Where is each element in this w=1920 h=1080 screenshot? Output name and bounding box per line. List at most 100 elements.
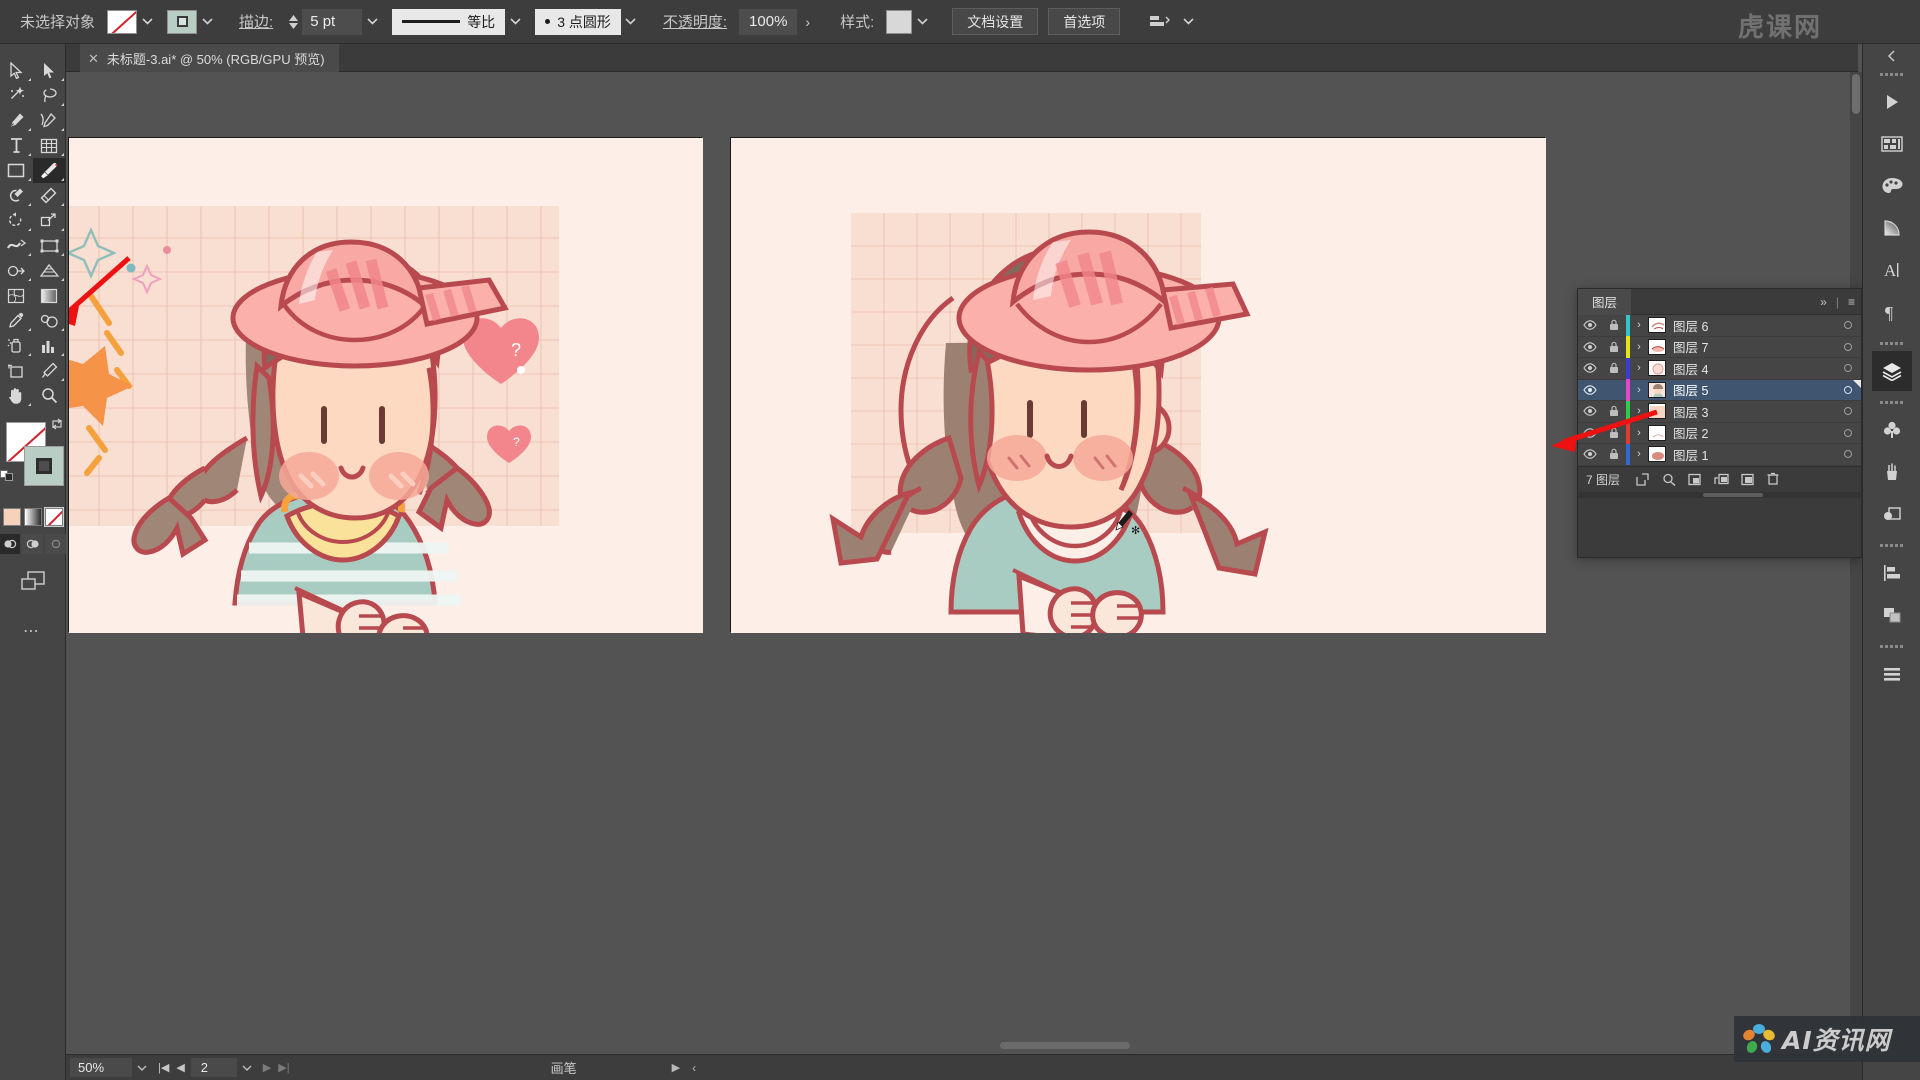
table-tool[interactable] (33, 133, 66, 158)
free-transform-tool[interactable] (33, 233, 66, 258)
color-panel-icon[interactable] (1872, 166, 1912, 206)
tab-layers[interactable]: 图层 (1578, 288, 1632, 315)
lock-icon[interactable] (1602, 448, 1626, 460)
graphic-style-swatch[interactable] (886, 9, 913, 34)
next-artboard-button[interactable]: ▶ (263, 1061, 271, 1074)
lasso-tool[interactable] (33, 83, 66, 108)
scrollbar-thumb-top[interactable] (1852, 74, 1860, 114)
default-fill-stroke-icon[interactable] (0, 467, 14, 486)
lock-icon[interactable] (1602, 341, 1626, 353)
chevron-right-icon[interactable]: › (1630, 448, 1648, 460)
last-artboard-button[interactable]: ▶| (278, 1061, 289, 1074)
chevron-right-icon[interactable]: › (1630, 427, 1648, 439)
paragraph-panel-icon[interactable]: ¶ (1872, 292, 1912, 332)
mesh-tool[interactable] (0, 283, 33, 308)
target-indicator[interactable] (1835, 364, 1861, 373)
layer-row-5[interactable]: › 图层 5 (1578, 379, 1861, 401)
libraries-panel-icon[interactable] (1872, 124, 1912, 164)
align-caret[interactable] (1178, 9, 1198, 35)
current-tool-label[interactable]: 画笔 (551, 1058, 577, 1077)
swap-fill-stroke-icon[interactable] (50, 418, 64, 433)
brush-definition-field[interactable]: 3 点圆形 (535, 8, 621, 35)
symbols-panel-icon[interactable] (1872, 410, 1912, 450)
rectangle-tool[interactable] (0, 158, 33, 183)
lock-icon[interactable] (1602, 427, 1626, 439)
artboard-tool[interactable] (0, 358, 33, 383)
target-indicator[interactable] (1835, 407, 1861, 416)
chevron-right-icon[interactable]: › (1630, 362, 1648, 374)
stroke-weight-stepper[interactable] (285, 14, 302, 29)
scale-tool[interactable] (33, 208, 66, 233)
eraser-tool[interactable] (33, 183, 66, 208)
layer-row-4[interactable]: › 图层 4 (1578, 357, 1861, 380)
blend-tool[interactable] (33, 308, 66, 333)
layers-panel-scrollbar[interactable] (1578, 491, 1861, 498)
drag-handle[interactable] (1872, 70, 1912, 79)
zoom-dropdown-caret[interactable] (132, 1055, 152, 1080)
layer-row-3[interactable]: › 图层 3 (1578, 400, 1861, 423)
hscroll-thumb[interactable] (1000, 1042, 1130, 1049)
screen-mode-button[interactable] (18, 568, 48, 599)
artboard-right[interactable]: ✻ (730, 137, 1546, 633)
pen-tool[interactable] (0, 108, 33, 133)
none-swatch-button[interactable] (43, 507, 64, 527)
artboard-number-field[interactable]: 2 (190, 1058, 237, 1077)
layer-row-6[interactable]: › 图层 6 (1578, 314, 1861, 337)
artboard-left[interactable]: ? ? (68, 137, 703, 633)
stroke-profile-caret[interactable] (505, 9, 525, 35)
delete-layer-icon[interactable] (1767, 472, 1779, 486)
layer-name[interactable]: 图层 1 (1673, 445, 1835, 464)
brush-definition-caret[interactable] (621, 9, 641, 35)
layer-row-7[interactable]: › 图层 7 (1578, 336, 1861, 358)
create-sublayer-icon[interactable] (1714, 473, 1729, 486)
gradient-tool[interactable] (33, 283, 66, 308)
color-swatch-button[interactable] (2, 508, 21, 526)
gradient-swatch-button[interactable] (23, 508, 42, 526)
target-indicator[interactable] (1835, 428, 1861, 437)
align-icon[interactable] (1140, 13, 1178, 31)
type-tool[interactable] (0, 133, 33, 158)
document-tab[interactable]: ✕ 未标题-3.ai* @ 50% (RGB/GPU 预览) (80, 44, 339, 72)
lock-icon[interactable] (1602, 319, 1626, 331)
slice-tool[interactable] (33, 358, 66, 383)
perspective-grid-tool[interactable] (33, 258, 66, 283)
eyedropper-tool[interactable] (0, 308, 33, 333)
create-new-layer-icon[interactable] (1741, 473, 1755, 486)
status-collapse-arrow[interactable]: ‹ (692, 1061, 696, 1075)
status-expand-arrow[interactable]: ▶ (672, 1061, 680, 1074)
visibility-icon[interactable] (1578, 406, 1602, 417)
locate-object-icon[interactable] (1636, 472, 1650, 486)
close-icon[interactable]: ✕ (88, 52, 99, 65)
canvas-vertical-scrollbar[interactable] (1850, 72, 1862, 1050)
rotate-tool[interactable] (0, 208, 33, 233)
document-setup-button[interactable]: 文档设置 (952, 8, 1039, 35)
draw-inside-mode[interactable] (45, 534, 66, 554)
prev-artboard-button[interactable]: ◀ (176, 1061, 184, 1074)
layer-name[interactable]: 图层 3 (1673, 402, 1835, 421)
drag-handle[interactable] (1872, 398, 1912, 407)
align-panel-icon[interactable] (1872, 553, 1912, 593)
visibility-icon[interactable] (1578, 427, 1602, 438)
layer-name[interactable]: 图层 7 (1673, 337, 1835, 356)
transparency-panel-icon[interactable] (1872, 494, 1912, 534)
visibility-icon[interactable] (1578, 449, 1602, 460)
stroke-swatch[interactable] (167, 9, 198, 34)
symbol-sprayer-tool[interactable] (0, 333, 33, 358)
opacity-expand-arrow[interactable]: › (797, 14, 818, 30)
chevron-right-icon[interactable]: › (1630, 319, 1648, 331)
stroke-dropdown-caret[interactable] (197, 9, 217, 35)
canvas-horizontal-scrollbar[interactable] (560, 1040, 1790, 1050)
canvas-area[interactable]: ? ? ✻ (66, 72, 1862, 1050)
zoom-tool[interactable] (33, 383, 66, 408)
lock-icon[interactable] (1602, 405, 1626, 417)
zoom-level-field[interactable]: 50% (70, 1058, 132, 1077)
direct-selection-tool[interactable] (33, 58, 66, 83)
properties-panel-icon[interactable] (1872, 82, 1912, 122)
layer-row-1[interactable]: › 图层 1 (1578, 443, 1861, 466)
target-indicator[interactable] (1835, 321, 1861, 330)
layer-name[interactable]: 图层 2 (1673, 423, 1835, 442)
selection-tool[interactable] (0, 58, 33, 83)
curvature-tool[interactable] (33, 108, 66, 133)
opacity-value[interactable]: 100% (739, 8, 798, 35)
stroke-color-box[interactable] (23, 446, 64, 486)
